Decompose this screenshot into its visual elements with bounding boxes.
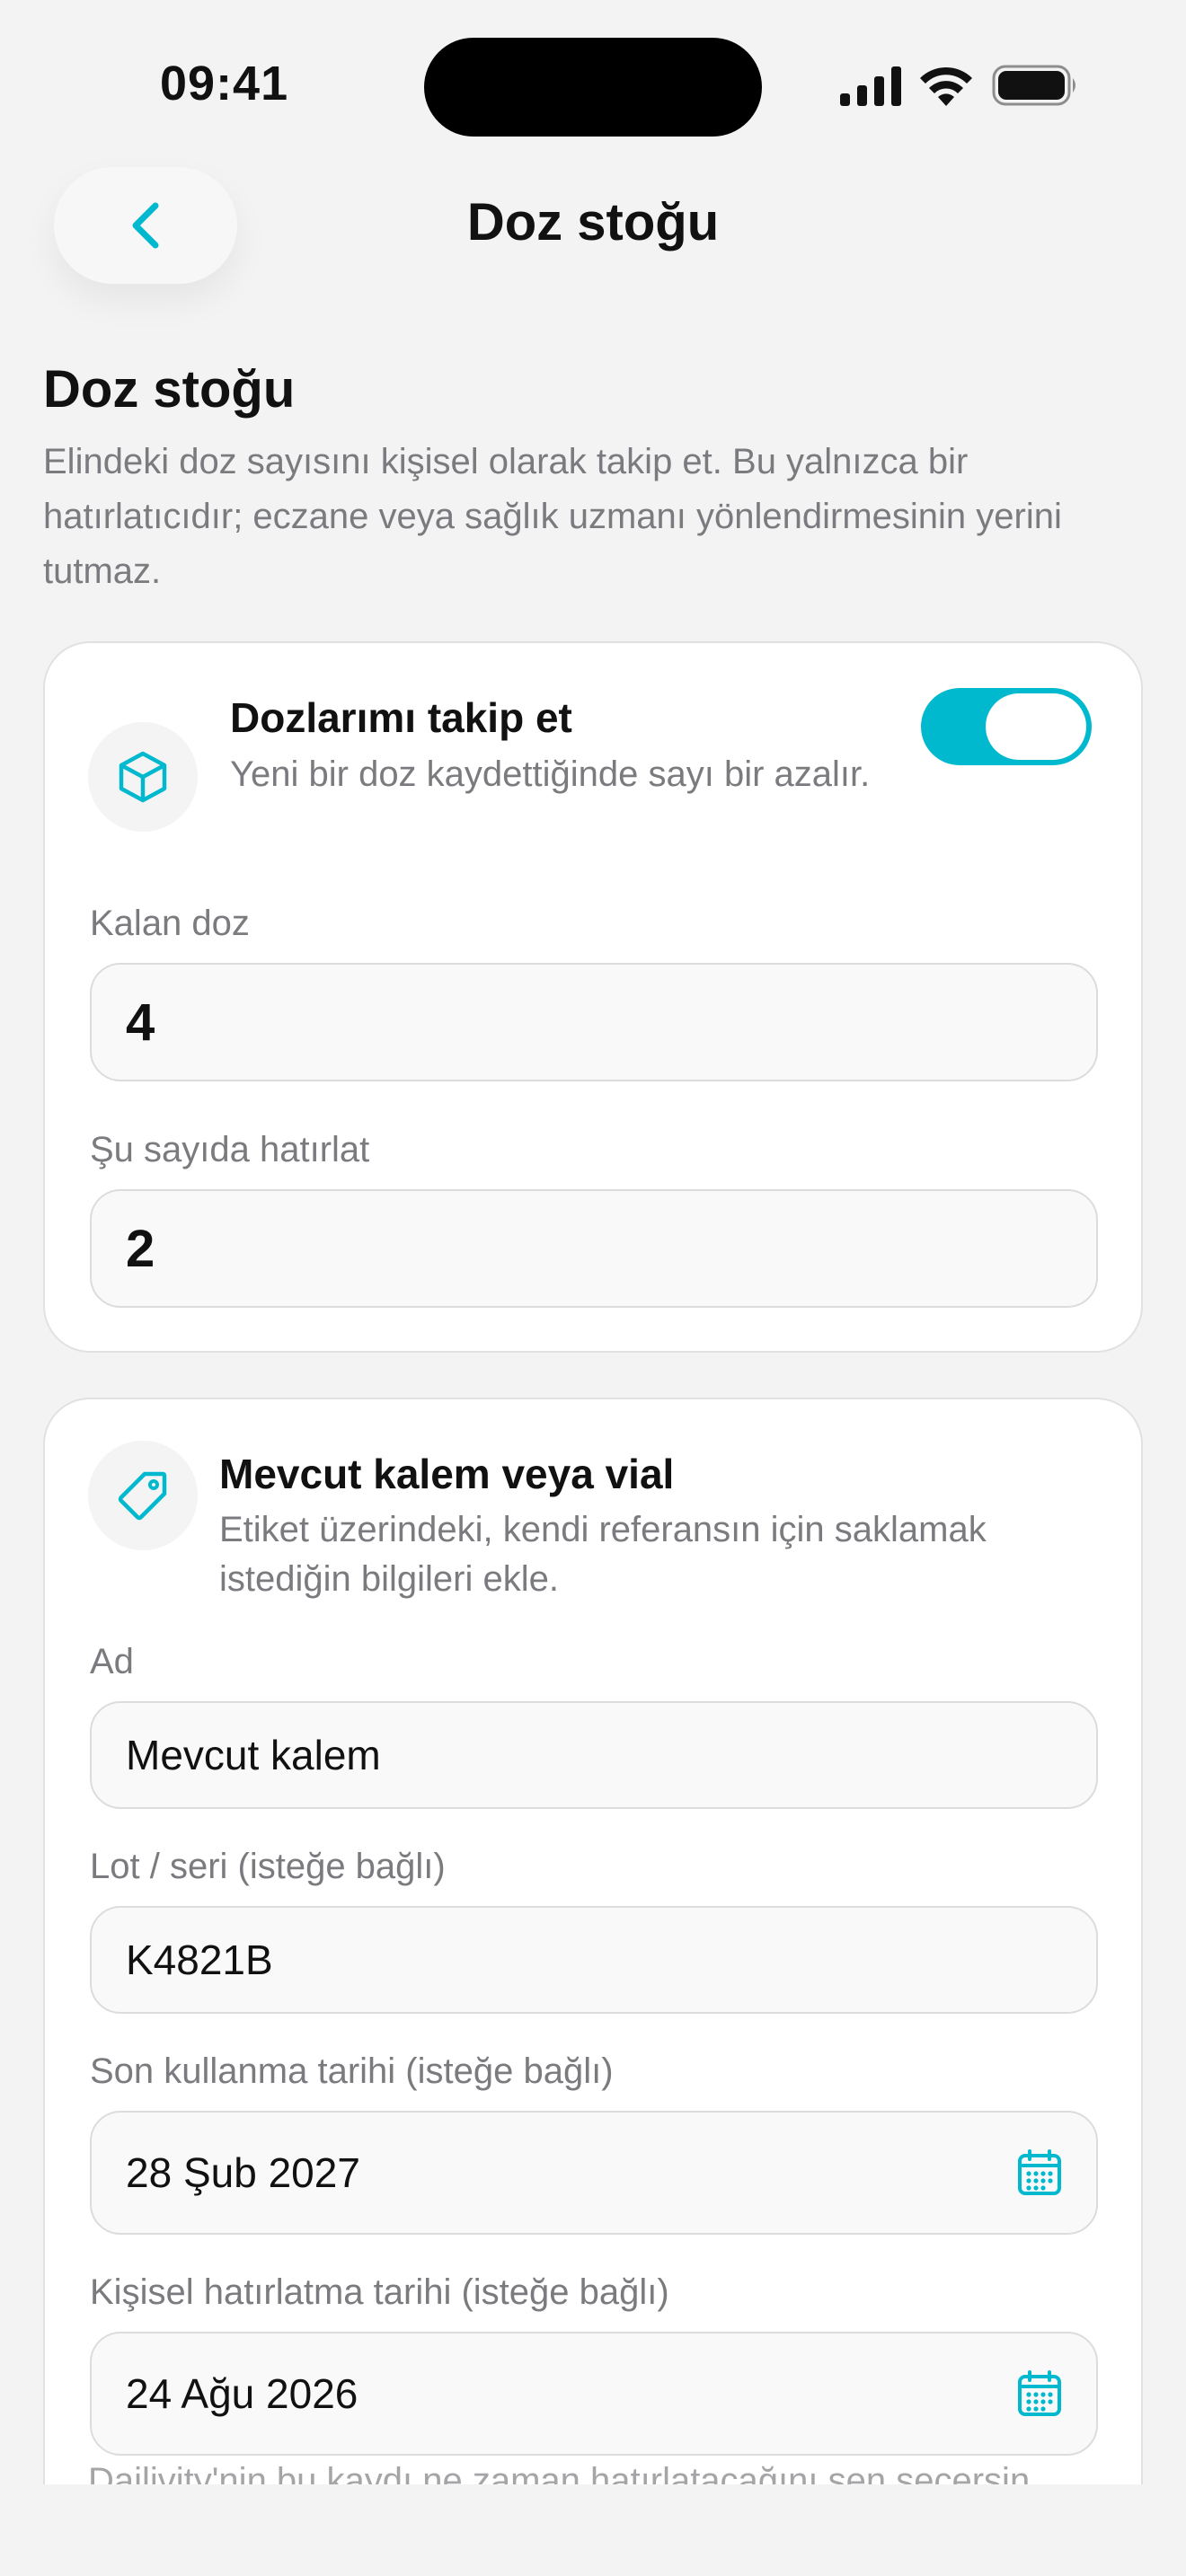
calendar-icon[interactable] xyxy=(1017,2149,1062,2196)
status-bar: 09:41 xyxy=(0,0,1186,162)
name-value: Mevcut kalem xyxy=(126,1732,381,1778)
remind-at-label: Şu sayıda hatırlat xyxy=(90,1130,370,1169)
tag-icon xyxy=(118,1471,167,1521)
cube-icon-wrapper xyxy=(88,722,198,832)
dynamic-island xyxy=(424,38,762,137)
remaining-doses-value: 4 xyxy=(126,992,155,1052)
cube-icon xyxy=(119,751,167,803)
track-doses-title: Dozlarımı takip et xyxy=(230,694,572,741)
reminder-value: 24 Ağu 2026 xyxy=(126,2370,358,2417)
nav-title: Doz stoğu xyxy=(466,193,720,251)
current-pen-title: Mevcut kalem veya vial xyxy=(219,1451,675,1497)
name-input[interactable]: Mevcut kalem xyxy=(90,1701,1098,1809)
lot-value: K4821B xyxy=(126,1936,273,1983)
toggle-knob xyxy=(986,693,1086,760)
bottom-safe-area xyxy=(0,2484,1186,2576)
dose-tracking-card: Dozlarımı takip et Yeni bir doz kaydetti… xyxy=(43,641,1143,1353)
calendar-icon[interactable] xyxy=(1017,2370,1062,2417)
expiry-date-input[interactable]: 28 Şub 2027 xyxy=(90,2111,1098,2235)
battery-icon xyxy=(992,65,1075,106)
current-pen-card: Mevcut kalem veya vial Etiket üzerindeki… xyxy=(43,1398,1143,2576)
page-title: Doz stoğu xyxy=(43,360,296,419)
expiry-label: Son kullanma tarihi (isteğe bağlı) xyxy=(90,2051,614,2091)
page-description: Elindeki doz sayısını kişisel olarak tak… xyxy=(43,442,1062,591)
cellular-signal-icon xyxy=(840,66,901,106)
lot-input[interactable]: K4821B xyxy=(90,1906,1098,2014)
current-pen-subtitle: Etiket üzerindeki, kendi referansın için… xyxy=(219,1510,987,1599)
track-doses-toggle[interactable] xyxy=(921,688,1092,765)
screen: 09:41 Doz stoğu Doz stoğu Elindeki doz s… xyxy=(0,0,1186,2576)
status-time: 09:41 xyxy=(160,57,289,110)
tag-icon-wrapper xyxy=(88,1441,198,1550)
lot-label: Lot / seri (isteğe bağlı) xyxy=(90,1847,446,1886)
reminder-date-input[interactable]: 24 Ağu 2026 xyxy=(90,2332,1098,2456)
name-label: Ad xyxy=(90,1642,134,1681)
expiry-value: 28 Şub 2027 xyxy=(126,2149,360,2196)
reminder-date-label: Kişisel hatırlatma tarihi (isteğe bağlı) xyxy=(90,2272,669,2312)
remaining-doses-input[interactable]: 4 xyxy=(90,963,1098,1081)
track-doses-subtitle: Yeni bir doz kaydettiğinde sayı bir azal… xyxy=(230,754,871,794)
remind-at-input[interactable]: 2 xyxy=(90,1189,1098,1308)
wifi-icon xyxy=(920,66,972,106)
remind-at-value: 2 xyxy=(126,1219,155,1278)
remaining-doses-label: Kalan doz xyxy=(90,904,250,943)
